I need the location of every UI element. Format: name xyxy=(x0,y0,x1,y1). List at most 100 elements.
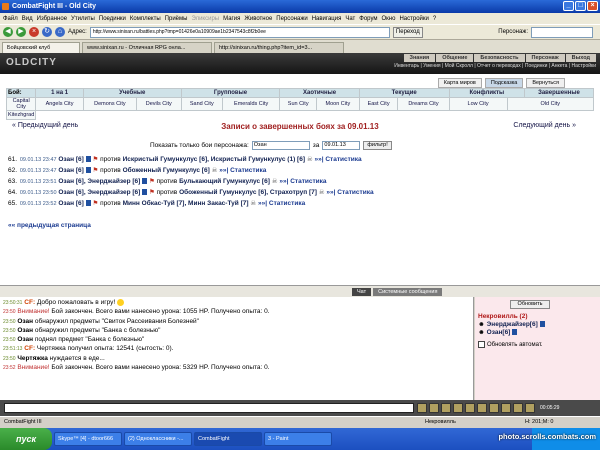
address-input[interactable]: http://www.sinixan.ru/battles.php?tmp=01… xyxy=(89,26,390,38)
chat-tool-icon[interactable] xyxy=(477,403,487,413)
menu-techniques[interactable]: Приёмы xyxy=(165,16,188,22)
statistics-link[interactable]: »»| Статистика xyxy=(219,167,266,174)
city-kitezhgrad[interactable]: Kitezhgrad xyxy=(5,110,37,120)
info-icon[interactable] xyxy=(142,189,148,196)
home-icon[interactable]: ⌂ xyxy=(55,27,65,37)
menu-fights[interactable]: Поединки xyxy=(99,16,126,22)
menu-sets[interactable]: Комплекты xyxy=(130,16,161,22)
menu-window[interactable]: Окно xyxy=(382,16,396,22)
statistics-link[interactable]: »»| Статистика xyxy=(258,200,305,207)
menu-utilities[interactable]: Утилиты xyxy=(71,16,95,22)
hint-button[interactable]: Подсказка xyxy=(484,78,524,88)
battle-left-team[interactable]: Озан [6], Энерджайзер [6] xyxy=(58,189,140,196)
menu-magic[interactable]: Магия xyxy=(223,16,240,22)
chat-tool-icon[interactable] xyxy=(501,403,511,413)
go-button[interactable]: Переход xyxy=(392,26,423,38)
forward-icon[interactable]: ▶ xyxy=(16,27,26,37)
fight-type-group[interactable]: Групповые xyxy=(180,88,281,98)
prev-page-link[interactable]: «« предыдущая страница xyxy=(8,222,91,229)
stop-icon[interactable]: × xyxy=(29,27,39,37)
auto-refresh-checkbox[interactable] xyxy=(478,341,485,348)
person-select[interactable] xyxy=(531,26,593,38)
chat-prefix[interactable]: Озан xyxy=(17,318,33,325)
battle-left-team[interactable]: Озан [6] xyxy=(58,156,84,163)
city-sun[interactable]: Sun City xyxy=(279,97,318,111)
city-emeralds[interactable]: Emeralds City xyxy=(221,97,281,111)
world-map-button[interactable]: Карта миров xyxy=(437,78,482,88)
info-icon[interactable] xyxy=(85,167,91,174)
battle-right-team[interactable]: Обоженный Гумункулус [6], Страхотруп [7] xyxy=(179,189,317,196)
taskbar-skype[interactable]: Skype™ [4] - dtoor666 xyxy=(54,432,122,446)
tab-thing[interactable]: http://sinixan.ru/thing.php?item_id=3... xyxy=(214,42,344,53)
fight-type-conflicts[interactable]: Конфликты xyxy=(448,88,525,98)
filter-character-input[interactable]: Озан xyxy=(251,141,310,150)
city-low[interactable]: Low City xyxy=(448,97,508,111)
city-capital[interactable]: Capital City xyxy=(5,97,37,111)
menu-exit[interactable]: Выход xyxy=(565,54,596,62)
info-icon[interactable] xyxy=(85,200,91,207)
chat-tool-icon[interactable] xyxy=(453,403,463,413)
chat-tool-icon[interactable] xyxy=(429,403,439,413)
city-devils[interactable]: Devils City xyxy=(135,97,182,111)
menu-view[interactable]: Вид xyxy=(22,16,33,22)
statistics-link[interactable]: »»| Статистика xyxy=(314,156,361,163)
refresh-players-button[interactable]: Обновить xyxy=(510,300,550,309)
fight-type-training[interactable]: Учебные xyxy=(82,88,182,98)
chat-input[interactable] xyxy=(4,403,414,413)
fight-type-finished[interactable]: Завершенные xyxy=(523,88,595,98)
info-icon[interactable] xyxy=(85,156,91,163)
chat-tool-icon[interactable] xyxy=(489,403,499,413)
maximize-button[interactable]: □ xyxy=(575,1,586,11)
close-button[interactable]: × xyxy=(587,1,598,11)
menu-communication[interactable]: Общение xyxy=(436,54,474,62)
player-name[interactable]: Энерджайзер[6] xyxy=(487,321,538,328)
next-day-link[interactable]: Следующий день » xyxy=(513,122,576,129)
taskbar-combatfight[interactable]: CombatFight xyxy=(194,432,262,446)
info-icon[interactable] xyxy=(142,178,148,185)
menu-knowledge[interactable]: Знания xyxy=(403,54,436,62)
tab-chat[interactable]: Чат xyxy=(352,288,372,296)
minimize-button[interactable]: _ xyxy=(563,1,574,11)
menu-elixirs[interactable]: Эликсиры xyxy=(191,16,219,22)
battle-right-team[interactable]: Минн Обкас-Туй [7], Минн Закас-Туй [7] xyxy=(123,200,249,207)
chat-prefix[interactable]: Чертяжка xyxy=(17,355,48,362)
refresh-icon[interactable]: ↻ xyxy=(42,27,52,37)
city-demons[interactable]: Demons City xyxy=(82,97,137,111)
chat-prefix[interactable]: Озан xyxy=(17,327,33,334)
menu-help[interactable]: ? xyxy=(433,16,436,22)
start-button[interactable]: пуск xyxy=(0,428,52,450)
chat-tool-icon[interactable] xyxy=(417,403,427,413)
city-dreams[interactable]: Dreams City xyxy=(397,97,450,111)
city-angels[interactable]: Angels City xyxy=(35,97,84,111)
chat-prefix[interactable]: Озан xyxy=(17,336,33,343)
menu-chat[interactable]: Чат xyxy=(345,16,355,22)
menu-animal[interactable]: Животное xyxy=(244,16,272,22)
battle-right-team[interactable]: Искристый Гумункулус [6], Искристый Гуму… xyxy=(123,156,305,163)
tab-fight-club[interactable]: Бойцовский клуб xyxy=(2,42,80,53)
battle-right-team[interactable]: Обоженный Гумункулус [6] xyxy=(123,167,210,174)
player-name[interactable]: Озан[6] xyxy=(487,329,511,336)
chat-tool-icon[interactable] xyxy=(513,403,523,413)
city-moon[interactable]: Moon City xyxy=(316,97,360,111)
tab-system-messages[interactable]: Системные сообщения xyxy=(373,288,443,296)
menu-navigation[interactable]: Навигация xyxy=(312,16,342,22)
city-east[interactable]: East City xyxy=(358,97,399,111)
fight-type-chaotic[interactable]: Хаотичные xyxy=(279,88,360,98)
statistics-link[interactable]: »»| Статистика xyxy=(326,189,373,196)
battle-left-team[interactable]: Озан [6], Энерджайзер [6] xyxy=(58,178,140,185)
fight-type-current[interactable]: Текущие xyxy=(358,88,450,98)
menu-settings[interactable]: Настройки xyxy=(399,16,428,22)
menu-character[interactable]: Персонаж xyxy=(525,54,565,62)
battle-left-team[interactable]: Озан [6] xyxy=(58,167,84,174)
menu-forum[interactable]: Форум xyxy=(359,16,377,22)
fight-type-1v1[interactable]: 1 на 1 xyxy=(35,88,84,98)
menu-favorites[interactable]: Избранное xyxy=(37,16,67,22)
filter-button[interactable]: фильтр! xyxy=(363,141,392,150)
city-sand[interactable]: Sand City xyxy=(180,97,223,111)
back-icon[interactable]: ◀ xyxy=(3,27,13,37)
battle-right-team[interactable]: Булькающий Гумункулус [6] xyxy=(179,178,270,185)
menu-characters[interactable]: Персонажи xyxy=(276,16,307,22)
statistics-link[interactable]: »»| Статистика xyxy=(279,178,326,185)
info-icon[interactable] xyxy=(539,321,545,328)
return-button[interactable]: Вернуться xyxy=(526,78,565,88)
